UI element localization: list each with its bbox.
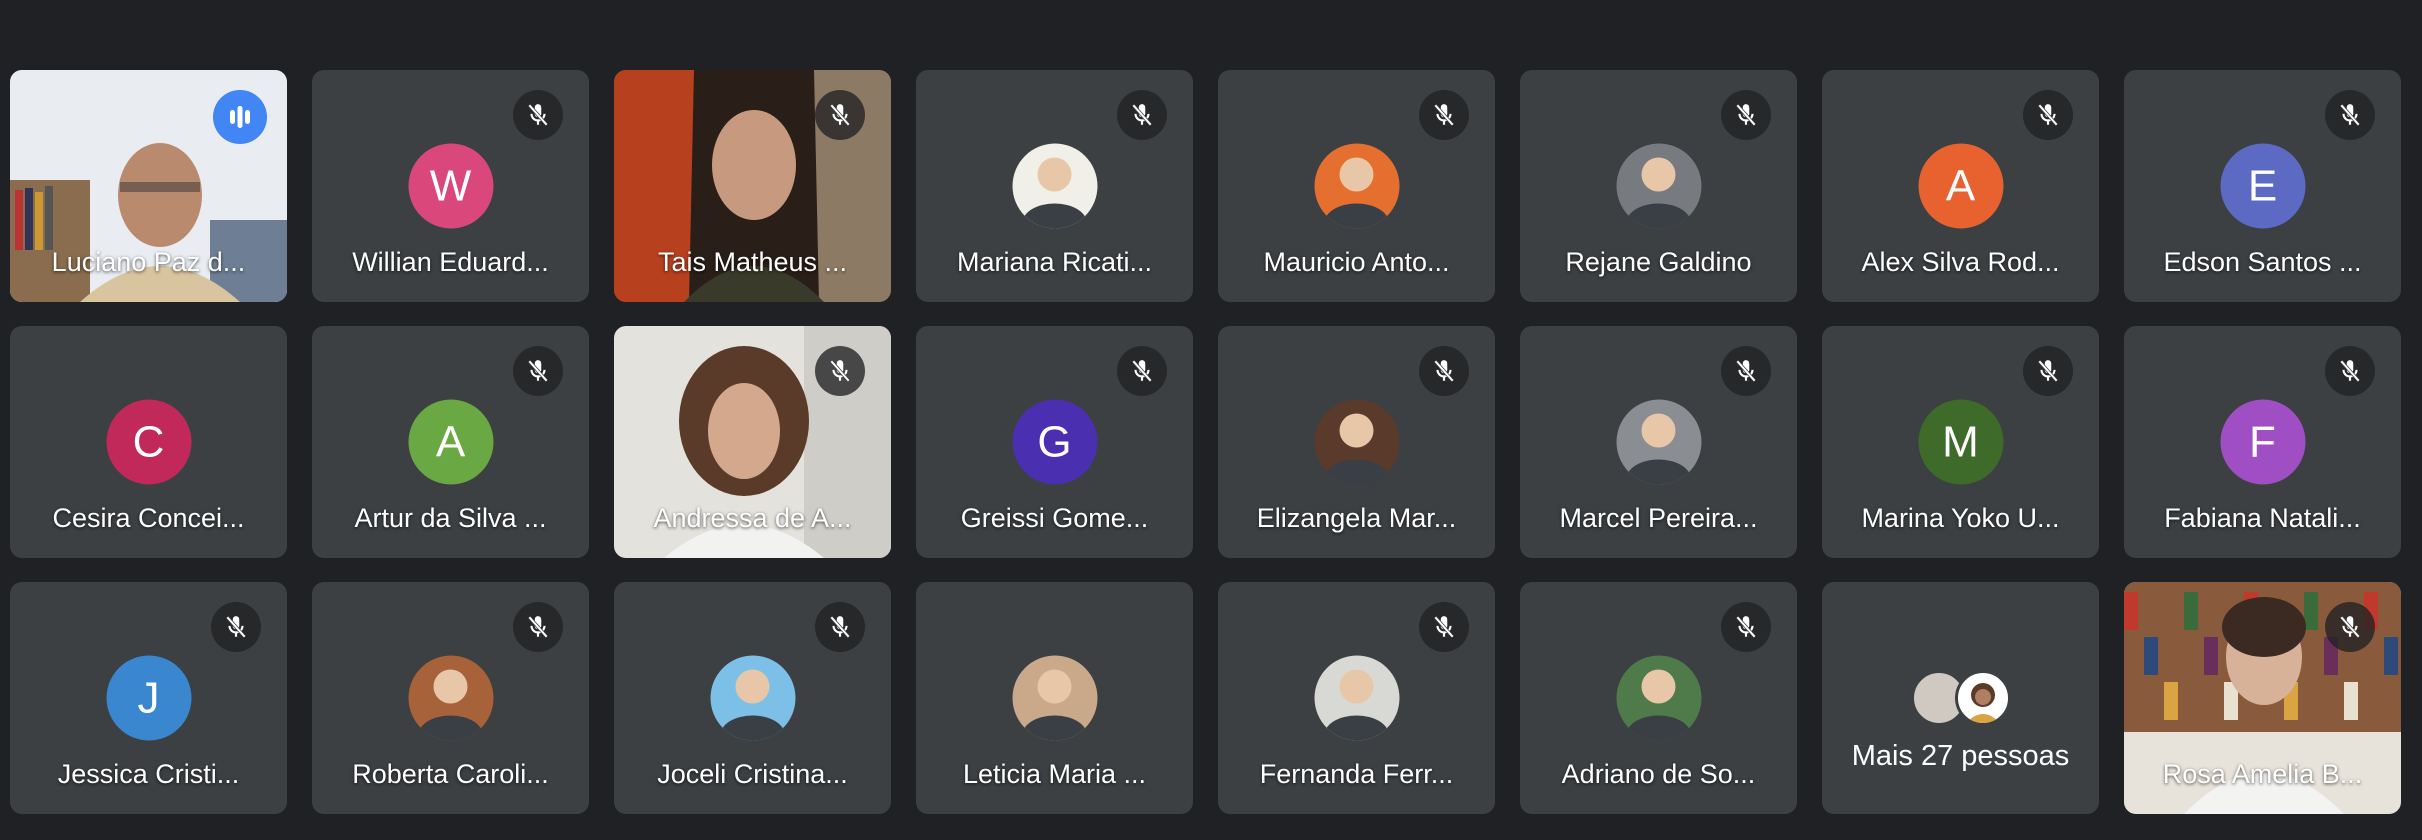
participant-tile[interactable]: Andressa de A...: [614, 326, 891, 558]
participant-name: Cesira Concei...: [52, 503, 245, 533]
participant-name: Rejane Galdino: [1565, 247, 1752, 277]
mic-off-icon: [1117, 346, 1167, 396]
avatar-initial: C: [106, 399, 191, 485]
avatar-photo: [1954, 670, 2011, 726]
mic-off-icon: [2325, 90, 2375, 140]
avatar-initial: W: [408, 143, 493, 229]
participant-tile[interactable]: Luciano Paz d...: [10, 70, 287, 302]
avatar-initial: J: [106, 655, 191, 741]
participant-tile[interactable]: A Artur da Silva ...: [312, 326, 589, 558]
participant-tile[interactable]: Rosa Amelia B...: [2124, 582, 2401, 814]
avatar-photo: [1012, 655, 1097, 741]
participant-name: Rosa Amelia B...: [2162, 759, 2363, 789]
participant-name: Tais Matheus ...: [657, 247, 848, 277]
participant-tile[interactable]: Tais Matheus ...: [614, 70, 891, 302]
avatar-photo: [1314, 143, 1399, 229]
avatar-photo: [1314, 655, 1399, 741]
participant-tile[interactable]: Adriano de So...: [1520, 582, 1797, 814]
participant-name: Willian Eduard...: [352, 247, 549, 277]
participant-tile[interactable]: F Fabiana Natali...: [2124, 326, 2401, 558]
participant-tile[interactable]: J Jessica Cristi...: [10, 582, 287, 814]
participant-name: Mariana Ricati...: [956, 247, 1153, 277]
mic-off-icon: [1419, 90, 1469, 140]
mic-off-icon: [513, 90, 563, 140]
participant-name: Alex Silva Rod...: [1861, 247, 2060, 277]
more-participants-tile[interactable]: Mais 27 pessoas: [1822, 582, 2099, 814]
participant-tile[interactable]: Roberta Caroli...: [312, 582, 589, 814]
participant-tile[interactable]: Leticia Maria ...: [916, 582, 1193, 814]
more-participants-label: Mais 27 pessoas: [1851, 740, 2070, 772]
more-participants-avatars: [1910, 670, 2011, 726]
participant-name: Artur da Silva ...: [354, 503, 547, 533]
avatar-photo: [408, 655, 493, 741]
participant-tile[interactable]: Mariana Ricati...: [916, 70, 1193, 302]
participant-name: Mauricio Anto...: [1263, 247, 1450, 277]
mic-off-icon: [2023, 90, 2073, 140]
avatar-photo: [1616, 399, 1701, 485]
mic-off-icon: [2023, 346, 2073, 396]
participant-tile[interactable]: C Cesira Concei...: [10, 326, 287, 558]
avatar-initial: F: [2220, 399, 2305, 485]
avatar-initial: G: [1012, 399, 1097, 485]
participant-name: Marcel Pereira...: [1559, 503, 1758, 533]
avatar-photo: [710, 655, 795, 741]
participant-name: Roberta Caroli...: [352, 759, 549, 789]
mic-off-icon: [1721, 602, 1771, 652]
participant-name: Greissi Gome...: [960, 503, 1149, 533]
mic-off-icon: [1721, 346, 1771, 396]
participant-name: Andressa de A...: [653, 503, 852, 533]
participant-name: Adriano de So...: [1561, 759, 1756, 789]
avatar-initial: A: [1918, 143, 2003, 229]
mic-off-icon: [513, 602, 563, 652]
participant-tile[interactable]: E Edson Santos ...: [2124, 70, 2401, 302]
mic-off-icon: [815, 346, 865, 396]
participant-tile[interactable]: Marcel Pereira...: [1520, 326, 1797, 558]
avatar-photo: [1616, 655, 1701, 741]
speaking-indicator-icon: [213, 90, 267, 144]
participant-name: Leticia Maria ...: [962, 759, 1147, 789]
avatar-photo: [1616, 143, 1701, 229]
participant-name: Fabiana Natali...: [2164, 503, 2361, 533]
participant-tile[interactable]: A Alex Silva Rod...: [1822, 70, 2099, 302]
participant-name: Edson Santos ...: [2163, 247, 2362, 277]
participant-tile[interactable]: M Marina Yoko U...: [1822, 326, 2099, 558]
participant-tile[interactable]: Joceli Cristina...: [614, 582, 891, 814]
avatar-photo: [1314, 399, 1399, 485]
participant-tile[interactable]: Fernanda Ferr...: [1218, 582, 1495, 814]
avatar-initial: A: [408, 399, 493, 485]
mic-off-icon: [2325, 346, 2375, 396]
participant-tile[interactable]: Elizangela Mar...: [1218, 326, 1495, 558]
mic-off-icon: [1419, 346, 1469, 396]
participant-name: Marina Yoko U...: [1861, 503, 2060, 533]
avatar-photo: [1012, 143, 1097, 229]
participant-tile[interactable]: Mauricio Anto...: [1218, 70, 1495, 302]
participant-name: Fernanda Ferr...: [1259, 759, 1454, 789]
avatar-initial: E: [2220, 143, 2305, 229]
mic-off-icon: [211, 602, 261, 652]
mic-off-icon: [2325, 602, 2375, 652]
mic-off-icon: [1721, 90, 1771, 140]
participant-name: Joceli Cristina...: [657, 759, 848, 789]
participant-tile[interactable]: W Willian Eduard...: [312, 70, 589, 302]
participant-name: Elizangela Mar...: [1256, 503, 1457, 533]
avatar-initial: M: [1918, 399, 2003, 485]
participant-name: Luciano Paz d...: [51, 247, 246, 277]
participant-name: Jessica Cristi...: [57, 759, 240, 789]
participant-tile[interactable]: G Greissi Gome...: [916, 326, 1193, 558]
participant-grid: Luciano Paz d... W Willian Eduard... Tais M…: [10, 70, 2401, 814]
mic-off-icon: [815, 602, 865, 652]
mic-off-icon: [1117, 90, 1167, 140]
mic-off-icon: [1419, 602, 1469, 652]
mic-off-icon: [513, 346, 563, 396]
mic-off-icon: [815, 90, 865, 140]
participant-tile[interactable]: Rejane Galdino: [1520, 70, 1797, 302]
